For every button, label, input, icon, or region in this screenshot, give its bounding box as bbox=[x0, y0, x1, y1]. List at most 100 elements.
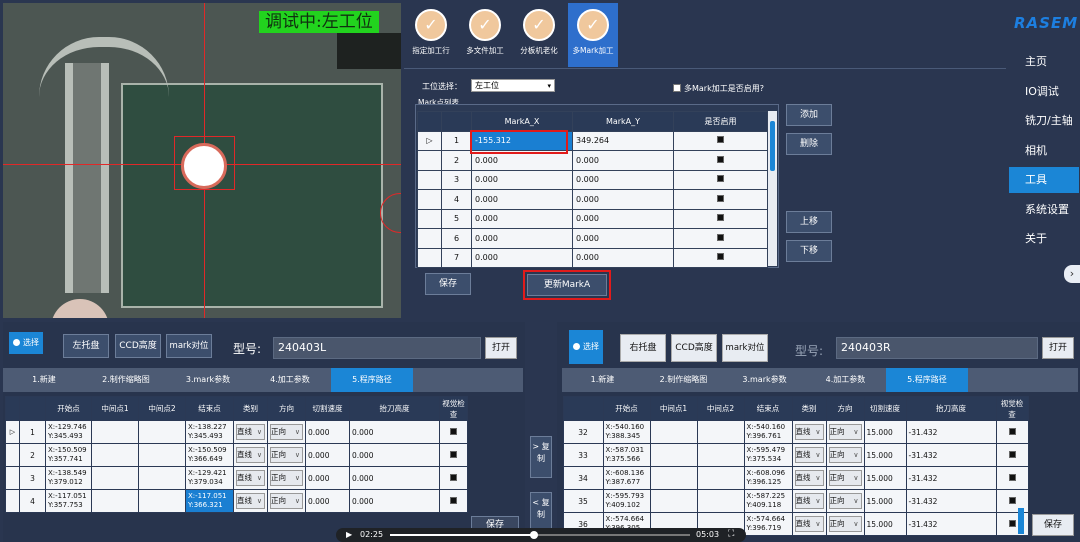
mid-point-1-cell[interactable] bbox=[649, 466, 698, 490]
table-row[interactable]: 34 X:-608.136 Y:387.677 X:-608.096 Y:396.1… bbox=[562, 466, 1029, 490]
save-button[interactable]: 保存 bbox=[425, 273, 471, 295]
nav-about[interactable]: 关于 bbox=[1009, 226, 1079, 252]
table-row[interactable]: 7 0.000 0.000 bbox=[417, 247, 768, 268]
start-point-cell[interactable]: X:-595.793 Y:409.102 bbox=[602, 489, 651, 513]
ccd-height-button[interactable]: CCD高度 bbox=[115, 334, 161, 358]
copy-right-button[interactable]: > 复制 bbox=[530, 436, 552, 478]
mid-point-2-cell[interactable] bbox=[138, 466, 186, 490]
direction-dropdown[interactable]: 正向 bbox=[270, 470, 303, 486]
speed-cell[interactable]: 15.000 bbox=[863, 466, 907, 490]
tab-program-path[interactable]: 5.程序路径 bbox=[331, 368, 413, 392]
end-point-cell[interactable]: X:-587.225 Y:409.118 bbox=[743, 489, 793, 513]
left-tray-button[interactable]: 左托盘 bbox=[63, 334, 109, 358]
tab-process-params[interactable]: 4.加工参数 bbox=[249, 368, 331, 392]
right-select-radio[interactable]: 选择 bbox=[569, 330, 603, 364]
speed-cell[interactable]: 0.000 bbox=[305, 443, 350, 467]
open-button[interactable]: 打开 bbox=[485, 337, 517, 359]
enabled-checkbox[interactable] bbox=[673, 247, 768, 268]
table-row[interactable]: 3 X:-138.549 Y:379.012 X:-129.421 Y:379.03… bbox=[5, 466, 468, 490]
speed-cell[interactable]: 15.000 bbox=[863, 420, 907, 444]
mark-x-cell[interactable]: 0.000 bbox=[471, 208, 573, 229]
speed-cell[interactable]: 15.000 bbox=[863, 512, 907, 536]
video-progress-bar[interactable]: ▶ 02:25 05:03 ⛶ bbox=[336, 528, 746, 542]
mark-x-cell[interactable]: 0.000 bbox=[471, 228, 573, 249]
mark-align-button[interactable]: mark对位 bbox=[166, 334, 212, 358]
mid-point-1-cell[interactable] bbox=[91, 420, 139, 444]
direction-dropdown[interactable]: 正向 bbox=[828, 424, 862, 440]
end-point-cell[interactable]: X:-129.421 Y:379.034 bbox=[185, 466, 234, 490]
mark-y-cell[interactable]: 0.000 bbox=[572, 150, 674, 171]
tab-thumbnail[interactable]: 2.制作缩略图 bbox=[85, 368, 167, 392]
direction-dropdown[interactable]: 正向 bbox=[828, 470, 862, 486]
nav-home[interactable]: 主页 bbox=[1009, 49, 1079, 75]
mid-point-1-cell[interactable] bbox=[91, 443, 139, 467]
mid-point-1-cell[interactable] bbox=[91, 466, 139, 490]
category-dropdown[interactable]: 直线 bbox=[236, 424, 265, 440]
right-tray-button[interactable]: 右托盘 bbox=[620, 334, 666, 362]
tab-mark-params[interactable]: 3.mark参数 bbox=[724, 368, 805, 392]
mark-y-cell[interactable]: 0.000 bbox=[572, 169, 674, 190]
mark-x-cell[interactable]: 0.000 bbox=[471, 169, 573, 190]
mid-point-2-cell[interactable] bbox=[138, 443, 186, 467]
lift-height-cell[interactable]: -31.432 bbox=[905, 420, 997, 444]
tile-multi-file[interactable]: ✓ 多文件加工 bbox=[460, 3, 510, 67]
visual-check-checkbox[interactable] bbox=[995, 420, 1029, 444]
tab-process-params[interactable]: 4.加工参数 bbox=[805, 368, 886, 392]
speed-cell[interactable]: 15.000 bbox=[863, 489, 907, 513]
category-dropdown[interactable]: 直线 bbox=[794, 424, 824, 440]
mark-x-cell[interactable]: 0.000 bbox=[471, 189, 573, 210]
mark-y-cell[interactable]: 0.000 bbox=[572, 228, 674, 249]
direction-dropdown[interactable]: 正向 bbox=[270, 447, 303, 463]
right-save-button[interactable]: 保存 bbox=[1032, 514, 1074, 536]
enabled-checkbox[interactable] bbox=[673, 228, 768, 249]
progress-track[interactable] bbox=[390, 531, 690, 539]
mark-y-cell[interactable]: 0.000 bbox=[572, 247, 674, 268]
table-row[interactable]: ▷ 1 X:-129.746 Y:345.493 X:-138.227 Y:345.4… bbox=[5, 420, 468, 444]
visual-check-checkbox[interactable] bbox=[439, 466, 468, 490]
category-dropdown[interactable]: 直线 bbox=[794, 493, 824, 509]
direction-dropdown[interactable]: 正向 bbox=[828, 447, 862, 463]
fullscreen-icon[interactable]: ⛶ bbox=[728, 529, 734, 539]
category-dropdown[interactable]: 直线 bbox=[794, 516, 824, 532]
direction-dropdown[interactable]: 正向 bbox=[828, 493, 862, 509]
enabled-checkbox[interactable] bbox=[673, 150, 768, 171]
enabled-checkbox[interactable] bbox=[673, 169, 768, 190]
speed-cell[interactable]: 0.000 bbox=[305, 420, 350, 444]
mark-y-cell[interactable]: 0.000 bbox=[572, 189, 674, 210]
table-row[interactable]: 5 0.000 0.000 bbox=[417, 208, 768, 229]
visual-check-checkbox[interactable] bbox=[439, 489, 468, 513]
nav-tools[interactable]: 工具 bbox=[1009, 167, 1079, 193]
mid-point-1-cell[interactable] bbox=[649, 489, 698, 513]
end-point-cell[interactable]: X:-595.479 Y:375.534 bbox=[743, 443, 793, 467]
mid-point-1-cell[interactable] bbox=[649, 420, 698, 444]
table-row[interactable]: 4 0.000 0.000 bbox=[417, 189, 768, 210]
category-dropdown[interactable]: 直线 bbox=[236, 493, 265, 509]
table-row[interactable]: 2 X:-150.509 Y:357.741 X:-150.509 Y:366.64… bbox=[5, 443, 468, 467]
lift-height-cell[interactable]: 0.000 bbox=[349, 466, 440, 490]
tile-specified-line[interactable]: ✓ 指定加工行 bbox=[406, 3, 456, 67]
speed-cell[interactable]: 0.000 bbox=[305, 489, 350, 513]
category-dropdown[interactable]: 直线 bbox=[236, 470, 265, 486]
visual-check-checkbox[interactable] bbox=[995, 466, 1029, 490]
start-point-cell[interactable]: X:-150.509 Y:357.741 bbox=[45, 443, 92, 467]
end-point-cell[interactable]: X:-117.051 Y:366.321 bbox=[185, 489, 234, 513]
table-row[interactable]: 4 X:-117.051 Y:357.753 X:-117.051 Y:366.32… bbox=[5, 489, 468, 513]
ccd-height-button[interactable]: CCD高度 bbox=[671, 334, 717, 362]
start-point-cell[interactable]: X:-587.031 Y:375.566 bbox=[602, 443, 651, 467]
direction-dropdown[interactable]: 正向 bbox=[270, 424, 303, 440]
mark-align-button[interactable]: mark对位 bbox=[722, 334, 768, 362]
mid-point-2-cell[interactable] bbox=[696, 489, 745, 513]
direction-dropdown[interactable]: 正向 bbox=[828, 516, 862, 532]
start-point-cell[interactable]: X:-129.746 Y:345.493 bbox=[45, 420, 92, 444]
tile-multi-mark[interactable]: ✓ 多Mark加工 bbox=[568, 3, 618, 67]
model-input[interactable]: 240403L bbox=[273, 337, 481, 359]
multi-mark-checkbox[interactable] bbox=[673, 84, 681, 92]
end-point-cell[interactable]: X:-608.096 Y:396.125 bbox=[743, 466, 793, 490]
lift-height-cell[interactable]: -31.432 bbox=[905, 512, 997, 536]
table-row[interactable]: 6 0.000 0.000 bbox=[417, 228, 768, 249]
enabled-checkbox[interactable] bbox=[673, 208, 768, 229]
end-point-cell[interactable]: X:-540.160 Y:396.761 bbox=[743, 420, 793, 444]
start-point-cell[interactable]: X:-540.160 Y:388.345 bbox=[602, 420, 651, 444]
mid-point-2-cell[interactable] bbox=[138, 420, 186, 444]
left-select-radio[interactable]: 选择 bbox=[9, 332, 43, 354]
